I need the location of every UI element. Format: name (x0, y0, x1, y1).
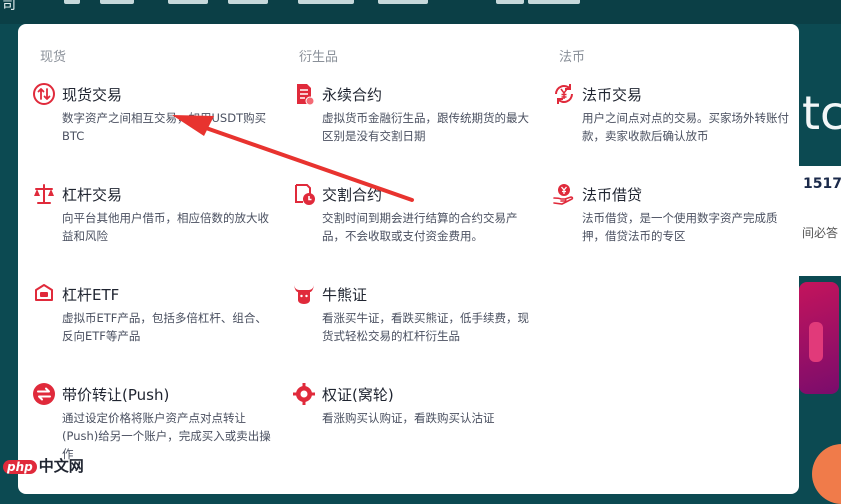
transfer-icon (33, 383, 55, 405)
nav-item[interactable] (378, 0, 428, 4)
menu-item-title: 杠杆交易 (62, 186, 123, 204)
nav-item[interactable] (100, 0, 134, 4)
menu-item-cbbc[interactable]: 牛熊证 看涨买牛证，看跌买熊证，低手续费，现货式轻松交易的杠杆衍生品 (292, 282, 529, 352)
menu-item-description: 看涨买牛证，看跌买熊证，低手续费，现货式轻松交易的杠杆衍生品 (322, 311, 529, 343)
menu-item-description: 法币借贷，是一个使用数字资产完成质押，借贷法币的专区 (582, 211, 778, 243)
etf-box-icon (35, 284, 53, 301)
contract-document-icon (297, 84, 315, 106)
nav-item[interactable] (496, 0, 524, 4)
nav-item[interactable] (168, 0, 208, 4)
menu-item-description: 虚拟币ETF产品，包括多倍杠杆、组合、反向ETF等产品 (62, 311, 267, 343)
background-promo-card[interactable] (799, 282, 839, 394)
menu-item-description: 通过设定价格将账户资产点对点转让(Push)给另一个账户，完成买入或卖出操作 (62, 411, 271, 461)
nav-item[interactable] (228, 0, 268, 4)
menu-item-title: 牛熊证 (322, 286, 368, 304)
trade-dropdown-panel: 现货 衍生品 法币 现货交易 数字资产之间相互交易，如用USDT购买BTC 杠杆… (18, 24, 799, 494)
nav-item[interactable] (298, 0, 354, 4)
yen-exchange-icon (555, 84, 573, 104)
menu-item-title: 法币交易 (582, 86, 643, 104)
background-price: 1517. (803, 176, 841, 192)
menu-item-title: 权证(窝轮) (322, 386, 394, 404)
menu-item-fiat-lending[interactable]: 法币借贷 法币借贷，是一个使用数字资产完成质押，借贷法币的专区 (552, 182, 787, 252)
menu-item-leveraged-etf[interactable]: 杠杆ETF 虚拟币ETF产品，包括多倍杠杆、组合、反向ETF等产品 (32, 282, 267, 352)
menu-item-title: 现货交易 (62, 86, 123, 104)
clock-document-icon (295, 184, 315, 205)
background-orange-badge (812, 444, 841, 504)
bull-icon (294, 285, 314, 304)
menu-item-title: 杠杆ETF (62, 286, 120, 304)
nav-brand-fragment: 司 (2, 0, 16, 13)
menu-item-title: 永续合约 (322, 86, 383, 104)
nav-menu-icon[interactable] (64, 0, 80, 4)
balance-scale-icon (34, 184, 54, 204)
promo-card-graphic (809, 322, 823, 362)
column-heading-spot: 现货 (40, 50, 67, 65)
menu-item-description: 虚拟货币金融衍生品，跟传统期货的最大区别是没有交割日期 (322, 111, 529, 143)
menu-item-description: 看涨购买认购证，看跌购买认沽证 (322, 411, 495, 425)
menu-item-description: 交割时间到期会进行结算的合约交易产品，不会收取或支付资金费用。 (322, 211, 518, 243)
nav-item[interactable] (528, 0, 580, 4)
menu-item-perpetual-contract[interactable]: 永续合约 虚拟货币金融衍生品，跟传统期货的最大区别是没有交割日期 (292, 82, 529, 152)
exchange-arrows-icon (33, 83, 55, 105)
column-heading-fiat: 法币 (559, 50, 586, 65)
watermark-logo: php (3, 460, 37, 474)
site-watermark: php 中文网 (3, 455, 84, 476)
menu-item-description: 用户之间点对点的交易。买家场外转账付款，卖家收款后确认放币 (582, 111, 789, 143)
menu-item-delivery-contract[interactable]: 交割合约 交割时间到期会进行结算的合约交易产品，不会收取或支付资金费用。 (292, 182, 527, 252)
menu-item-margin-trading[interactable]: 杠杆交易 向平台其他用户借币，相应倍数的放大收益和风险 (32, 182, 269, 252)
menu-item-fiat-trading[interactable]: 法币交易 用户之间点对点的交易。买家场外转账付款，卖家收款后确认放币 (552, 82, 789, 152)
warrant-gear-icon (293, 383, 315, 405)
yen-hand-icon (553, 184, 574, 205)
watermark-text: 中文网 (38, 457, 84, 475)
column-heading-derivatives: 衍生品 (299, 50, 339, 65)
menu-item-title: 交割合约 (322, 186, 383, 204)
menu-item-title: 带价转让(Push) (62, 386, 170, 404)
background-heading-fragment: tc (802, 86, 841, 140)
menu-item-spot-trading[interactable]: 现货交易 数字资产之间相互交易，如用USDT购买BTC (32, 82, 267, 152)
menu-item-warrant[interactable]: 权证(窝轮) 看涨购买认购证，看跌购买认沽证 (292, 382, 527, 452)
background-text-fragment: 间必答 (802, 226, 839, 240)
menu-item-description: 向平台其他用户借币，相应倍数的放大收益和风险 (62, 211, 269, 243)
menu-item-description: 数字资产之间相互交易，如用USDT购买BTC (62, 111, 267, 143)
top-nav-bar: 司 (0, 0, 841, 24)
menu-item-title: 法币借贷 (582, 186, 643, 204)
